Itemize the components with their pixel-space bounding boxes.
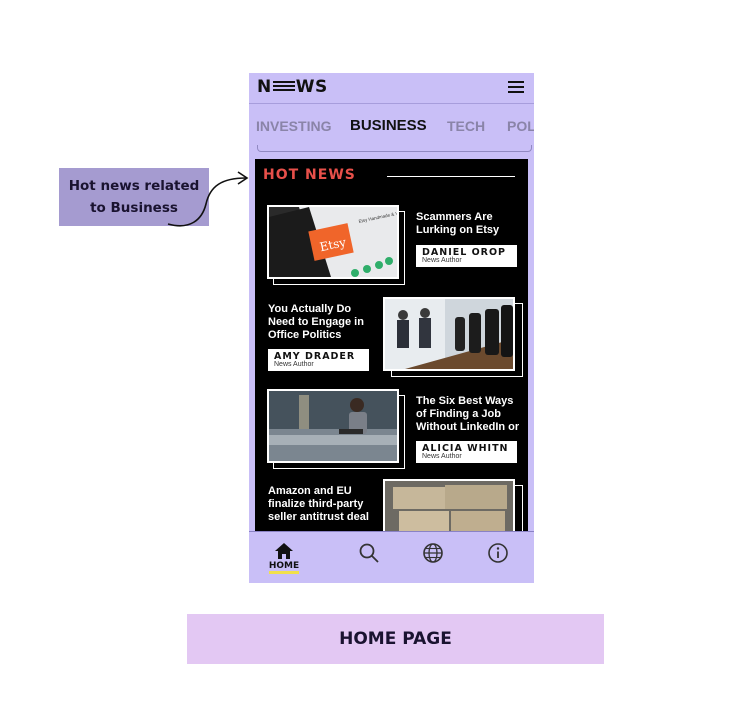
article-3-image[interactable] <box>267 389 399 463</box>
article-4-headline[interactable]: Amazon and EU finalize third-party selle… <box>268 485 376 524</box>
logo-bars-icon <box>272 81 295 93</box>
info-icon <box>488 543 508 563</box>
article-1-author-role: News Author <box>422 257 462 264</box>
tab-politics[interactable]: POL <box>507 118 534 134</box>
tabs-underline <box>257 145 532 152</box>
article-1-headline[interactable]: Scammers Are Lurking on Etsy <box>416 211 520 237</box>
nav-home[interactable]: HOME <box>267 542 301 576</box>
globe-icon <box>423 543 443 563</box>
article-4-image[interactable] <box>383 479 515 531</box>
article-2-author-role: News Author <box>274 361 314 368</box>
nav-search[interactable] <box>352 542 386 576</box>
bottom-navigation: HOME <box>249 531 534 583</box>
article-2-author-badge: AMY DRADER News Author <box>268 349 369 371</box>
article-3-headline[interactable]: The Six Best Ways of Finding a Job Witho… <box>416 395 524 434</box>
annotation-arrow-icon <box>167 171 249 227</box>
tab-tech[interactable]: TECH <box>447 118 485 134</box>
logo-text-left: N <box>257 77 272 97</box>
logo-text-right: WS <box>295 77 328 97</box>
article-2-headline[interactable]: You Actually Do Need to Engage in Office… <box>268 303 376 342</box>
nav-home-label: HOME <box>268 562 300 574</box>
top-app-bar: N WS <box>249 73 534 104</box>
page-caption-text: HOME PAGE <box>339 629 452 649</box>
tab-investing[interactable]: INVESTING <box>256 118 331 134</box>
phone-screen: N WS INVESTING BUSINESS TECH POL HOT NEWS… <box>249 73 534 583</box>
article-3-author-badge: ALICIA WHITN News Author <box>416 441 517 463</box>
hot-news-feed[interactable]: HOT NEWS Etsy Etsy Handmade & Vintage Go… <box>255 159 528 531</box>
home-icon <box>275 543 293 559</box>
hot-news-title: HOT NEWS <box>263 167 356 183</box>
page-caption: HOME PAGE <box>187 614 604 664</box>
nav-globe[interactable] <box>416 542 450 576</box>
app-logo: N WS <box>257 77 328 97</box>
article-3-author-role: News Author <box>422 453 462 460</box>
article-2-image[interactable] <box>383 297 515 371</box>
hot-news-divider <box>387 176 515 177</box>
search-icon <box>359 543 379 563</box>
tab-business[interactable]: BUSINESS <box>350 117 427 134</box>
category-tabs: INVESTING BUSINESS TECH POL <box>249 104 534 148</box>
article-1-image[interactable]: Etsy Etsy Handmade & Vintage Goods <box>267 205 399 279</box>
hamburger-menu-icon[interactable] <box>508 81 524 94</box>
nav-info[interactable] <box>481 542 515 576</box>
article-1-author-badge: DANIEL OROP News Author <box>416 245 517 267</box>
